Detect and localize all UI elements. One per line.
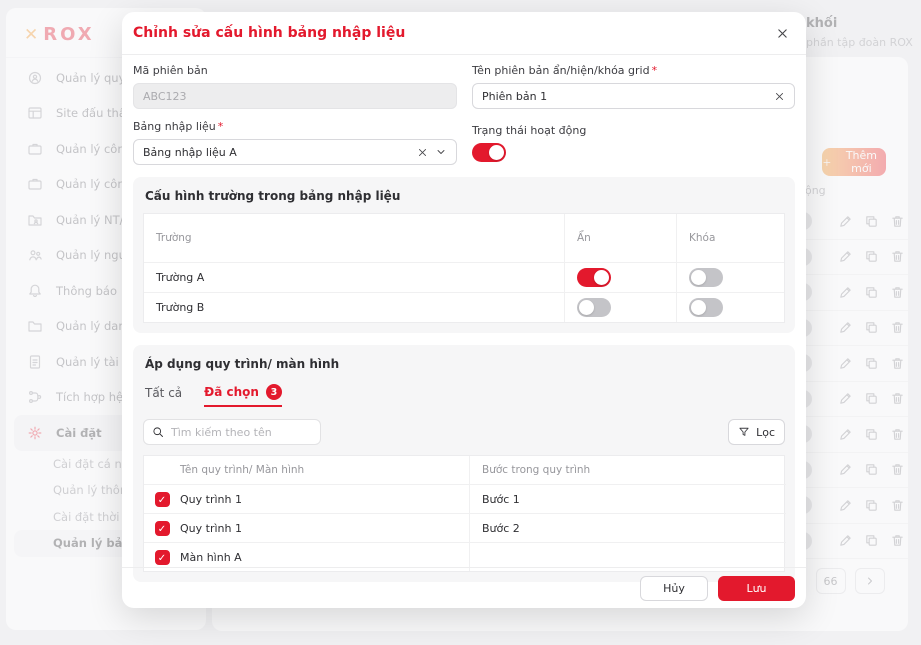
- column-header-step: Bước trong quy trình: [469, 456, 786, 484]
- filter-icon: [738, 426, 750, 438]
- search-input[interactable]: [171, 426, 312, 439]
- input-table-field: Bảng nhập liệu* Bảng nhập liệu A: [133, 119, 457, 165]
- apply-panel: Áp dụng quy trình/ màn hình Tất cả Đã ch…: [133, 345, 795, 582]
- version-code-input[interactable]: [143, 90, 447, 103]
- process-step: Bước 1: [469, 484, 786, 513]
- form-grid: Mã phiên bản Tên phiên bản ẩn/hiện/khóa …: [133, 63, 795, 165]
- version-name-input[interactable]: [482, 90, 767, 103]
- version-name-field: Tên phiên bản ẩn/hiện/khóa grid*: [472, 63, 795, 109]
- tab-all[interactable]: Tất cả: [145, 386, 182, 407]
- chevron-down-icon[interactable]: [435, 146, 447, 158]
- locked-toggle[interactable]: [689, 298, 723, 317]
- field-config-table: Trường Ẩn Khóa Trường A Trường B: [143, 213, 785, 323]
- process-step: Bước 2: [469, 513, 786, 542]
- version-name-input-wrap: [472, 83, 795, 109]
- column-header-an: Ẩn: [564, 214, 676, 262]
- hidden-toggle[interactable]: [577, 268, 611, 287]
- search-icon: [152, 426, 164, 438]
- column-header-truong: Trường: [144, 214, 564, 262]
- field-config-title: Cấu hình trường trong bảng nhập liệu: [145, 189, 785, 203]
- cancel-button[interactable]: Hủy: [640, 576, 708, 601]
- toggle-knob: [489, 145, 504, 160]
- tab-label: Đã chọn: [204, 385, 259, 399]
- hidden-toggle-cell: [564, 292, 676, 322]
- column-header-name: Tên quy trình/ Màn hình: [180, 456, 469, 484]
- process-name: Quy trình 1: [180, 484, 469, 513]
- row-checkbox[interactable]: [155, 550, 170, 565]
- version-code-field: Mã phiên bản: [133, 63, 457, 109]
- search-box: [143, 419, 321, 445]
- hidden-toggle-cell: [564, 262, 676, 292]
- version-code-label: Mã phiên bản: [133, 63, 457, 78]
- locked-toggle-cell: [676, 292, 784, 322]
- page: ✕ ROX Quản lý quy trình Site đấu thầu Qu…: [0, 0, 921, 645]
- filter-label: Lọc: [756, 426, 775, 439]
- clear-icon[interactable]: [417, 147, 428, 158]
- field-name: Trường A: [144, 262, 564, 292]
- tab-label: Tất cả: [145, 386, 182, 400]
- checkbox-cell: [144, 513, 180, 542]
- toggle-knob: [579, 300, 594, 315]
- input-table-select[interactable]: Bảng nhập liệu A: [133, 139, 457, 165]
- apply-panel-title: Áp dụng quy trình/ màn hình: [145, 357, 785, 371]
- toggle-knob: [691, 270, 706, 285]
- version-name-label: Tên phiên bản ẩn/hiện/khóa grid*: [472, 63, 795, 78]
- version-code-input-wrap: [133, 83, 457, 109]
- locked-toggle[interactable]: [689, 268, 723, 287]
- modal-footer: Hủy Lưu: [122, 567, 806, 608]
- tab-selected[interactable]: Đã chọn 3: [204, 384, 282, 407]
- field-config-panel: Cấu hình trường trong bảng nhập liệu Trư…: [133, 177, 795, 333]
- toggle-knob: [594, 270, 609, 285]
- input-table-value: Bảng nhập liệu A: [143, 146, 410, 159]
- field-name: Trường B: [144, 292, 564, 322]
- checkbox-cell: [144, 484, 180, 513]
- modal-header: Chỉnh sửa cấu hình bảng nhập liệu: [122, 12, 806, 55]
- selected-count-badge: 3: [266, 384, 282, 400]
- checkbox-column-header: [144, 456, 180, 484]
- close-button[interactable]: [771, 22, 793, 44]
- process-name: Quy trình 1: [180, 513, 469, 542]
- locked-toggle-cell: [676, 262, 784, 292]
- hidden-toggle[interactable]: [577, 298, 611, 317]
- toggle-knob: [691, 300, 706, 315]
- active-status-field: Trạng thái hoạt động: [472, 119, 795, 165]
- active-status-toggle[interactable]: [472, 143, 506, 162]
- edit-config-modal: Chỉnh sửa cấu hình bảng nhập liệu Mã phi…: [122, 12, 806, 608]
- apply-tabs: Tất cả Đã chọn 3: [145, 381, 783, 407]
- clear-icon[interactable]: [774, 91, 785, 102]
- save-button[interactable]: Lưu: [718, 576, 795, 601]
- row-checkbox[interactable]: [155, 521, 170, 536]
- active-status-label: Trạng thái hoạt động: [472, 123, 795, 138]
- column-header-khoa: Khóa: [676, 214, 784, 262]
- modal-title: Chỉnh sửa cấu hình bảng nhập liệu: [133, 25, 405, 41]
- row-checkbox[interactable]: [155, 492, 170, 507]
- search-row: Lọc: [143, 419, 785, 445]
- close-icon: [776, 27, 789, 40]
- apply-table: Tên quy trình/ Màn hình Bước trong quy t…: [143, 455, 785, 572]
- filter-button[interactable]: Lọc: [728, 419, 785, 445]
- input-table-label: Bảng nhập liệu*: [133, 119, 457, 134]
- modal-body: Mã phiên bản Tên phiên bản ẩn/hiện/khóa …: [122, 55, 806, 582]
